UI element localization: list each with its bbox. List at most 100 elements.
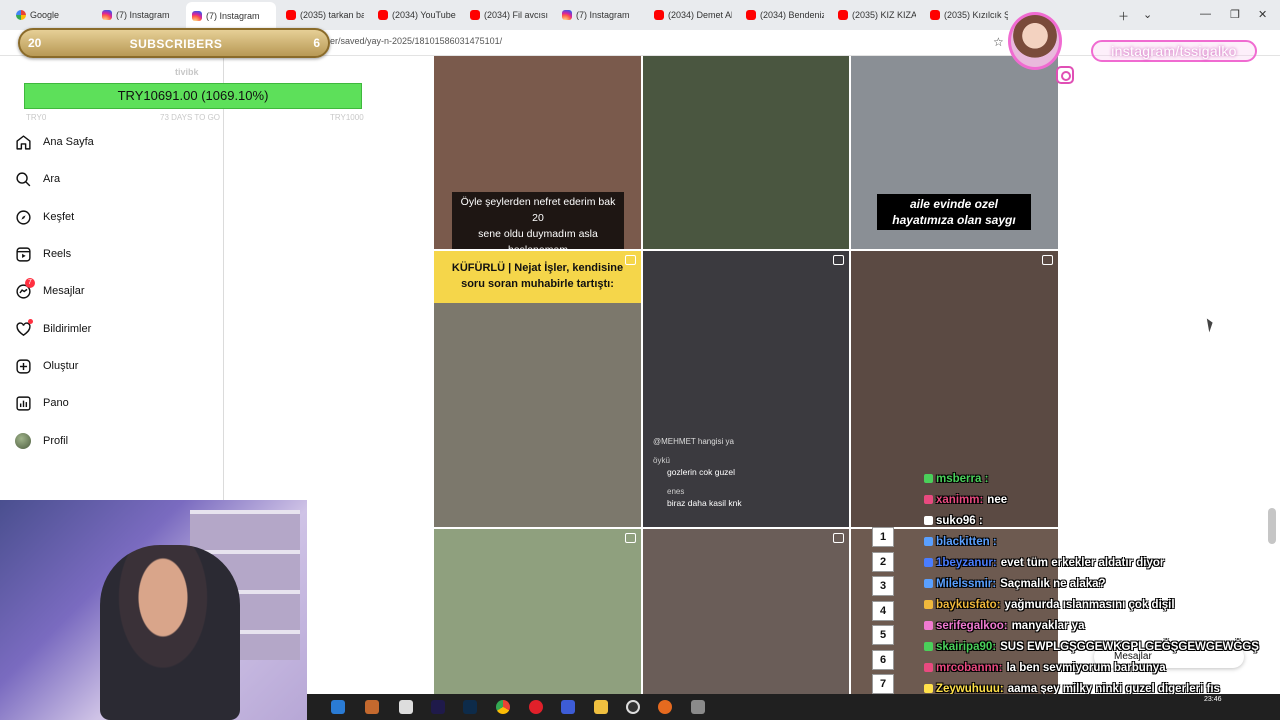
app-icon[interactable] xyxy=(365,700,379,714)
sidebar-item-create[interactable]: Oluştur xyxy=(14,354,78,378)
instagram-icon xyxy=(192,11,202,21)
post-tile[interactable]: Öyle şeylerden nefret ederim bak 20 sene… xyxy=(434,56,641,249)
chat-text: yağmurda ıslanmasını çok dişil xyxy=(1004,599,1175,611)
outlook-icon[interactable] xyxy=(331,700,345,714)
tab-youtube-7[interactable]: (2035) Kızılcık Şerb xyxy=(924,4,1008,26)
tab-google[interactable]: Google xyxy=(10,4,92,26)
tab-instagram-active[interactable]: (7) Instagram✕ xyxy=(186,2,276,30)
chat-message: blackitten : xyxy=(900,532,1280,553)
chat-username: baykusfato: xyxy=(936,599,1001,611)
window-icon[interactable] xyxy=(399,700,413,714)
browser-tab-strip: Google (7) Instagram (7) Instagram✕ (203… xyxy=(0,0,1280,30)
chrome-icon[interactable] xyxy=(496,700,510,714)
chat-message: suko96 : xyxy=(900,511,1280,532)
youtube-icon xyxy=(746,10,756,20)
comment-user: öykü xyxy=(653,456,670,465)
rank-list: 1 2 3 4 5 6 7 xyxy=(872,527,896,699)
post-tile[interactable] xyxy=(434,529,641,694)
chat-text: SUS EWPLGŞGGEWKGPLGEĞŞGEWGEWĞGŞ xyxy=(1000,641,1259,653)
chat-message: serifegalkoo: manyaklar ya xyxy=(900,616,1280,637)
carousel-icon xyxy=(625,533,636,543)
carousel-icon xyxy=(833,255,844,265)
url-field[interactable]: er/saved/yay-n-2025/18101586031475101/ xyxy=(330,36,502,46)
chat-username: msberra : xyxy=(936,473,989,485)
tab-instagram-2[interactable]: (7) Instagram xyxy=(556,4,640,26)
tab-youtube-3[interactable]: (2034) Fil avcısı Sı xyxy=(464,4,548,26)
rank-number: 6 xyxy=(872,649,894,670)
tab-youtube-4[interactable]: (2034) Demet Akal xyxy=(648,4,732,26)
tab-youtube-6[interactable]: (2035) KIZ KIZA S xyxy=(832,4,916,26)
comment-user: @MEHMET hangisi ya xyxy=(653,437,734,446)
dashboard-icon xyxy=(14,394,32,412)
tab-youtube-1[interactable]: (2035) tarkan bab xyxy=(280,4,364,26)
post-tile[interactable]: @MEHMET hangisi ya öykü gozlerin cok guz… xyxy=(643,251,849,527)
goal-days-left: 73 DAYS TO GO xyxy=(160,113,221,122)
folder-icon[interactable] xyxy=(594,700,608,714)
chat-message: msberra : xyxy=(900,469,1280,490)
chat-text: nee xyxy=(987,494,1008,506)
comment-text: gozlerin cok guzel xyxy=(667,467,736,477)
streamer xyxy=(100,545,240,720)
tab-youtube-2[interactable]: (2034) YouTube xyxy=(372,4,456,26)
obs-icon[interactable] xyxy=(626,700,640,714)
app-icon[interactable] xyxy=(561,700,575,714)
chat-badge-icon xyxy=(924,663,933,673)
chat-username: suko96 : xyxy=(936,515,983,527)
google-icon xyxy=(16,10,26,20)
carousel-icon xyxy=(625,255,636,265)
chat-message: 1beyzanur: evet tüm erkekler aldatır diyo… xyxy=(900,553,1280,574)
youtube-icon xyxy=(838,10,848,20)
rank-number: 3 xyxy=(872,576,894,596)
rank-number: 1 xyxy=(872,527,894,547)
sidebar-item-messages[interactable]: 7 Mesajlar xyxy=(14,278,85,303)
opera-icon[interactable] xyxy=(529,700,543,714)
messenger-icon: 7 xyxy=(14,278,35,300)
chevron-down-icon[interactable]: ⌄ xyxy=(1143,8,1152,21)
sidebar-item-reels[interactable]: Reels xyxy=(14,242,71,266)
post-tile[interactable] xyxy=(643,529,849,694)
firefox-icon[interactable] xyxy=(658,700,672,714)
tab-youtube-5[interactable]: (2034) Bendeniz - xyxy=(740,4,824,26)
rank-number: 4 xyxy=(872,600,894,621)
sidebar-item-explore[interactable]: Keşfet xyxy=(14,205,74,229)
chat-username: skairipa90: xyxy=(936,641,997,653)
chat-badge-icon xyxy=(924,600,933,610)
chat-badge-icon xyxy=(924,579,933,589)
sidebar-item-notifications[interactable]: Bildirimler xyxy=(14,317,91,341)
sidebar-item-profile[interactable]: Profil xyxy=(14,429,68,453)
close-window-icon[interactable]: ✕ xyxy=(1258,8,1267,21)
chat-badge-icon xyxy=(924,474,933,484)
chat-username: serifegalkoo: xyxy=(936,620,1008,632)
chat-badge-icon xyxy=(924,621,933,631)
new-tab-icon[interactable]: ＋ xyxy=(1118,8,1129,24)
post-tile[interactable]: aile evinde ozel hayatımıza olan saygı xyxy=(851,56,1058,249)
sidebar-item-search[interactable]: Ara xyxy=(14,167,60,191)
subscriber-label: SUBSCRIBERS xyxy=(129,37,223,51)
restore-icon[interactable]: ❐ xyxy=(1230,8,1240,21)
search-icon xyxy=(14,170,32,188)
post-tile[interactable] xyxy=(643,56,849,249)
post-tile[interactable]: KÜFÜRLÜ | Nejat İşler, kendisine soru so… xyxy=(434,251,641,527)
youtube-icon xyxy=(470,10,480,20)
minimize-icon[interactable]: — xyxy=(1200,8,1211,20)
chat-username: mrcobannn: xyxy=(936,662,1003,674)
goal-start: TRY0 xyxy=(26,113,47,122)
youtube-icon xyxy=(286,10,296,20)
chat-badge-icon xyxy=(924,558,933,568)
instagram-icon xyxy=(1056,66,1074,84)
premiere-icon[interactable] xyxy=(431,700,445,714)
comment-user: enes xyxy=(667,487,685,496)
sidebar-item-dashboard[interactable]: Pano xyxy=(14,391,69,415)
app-icon[interactable] xyxy=(691,700,705,714)
photoshop-icon[interactable] xyxy=(463,700,477,714)
instagram-icon xyxy=(102,10,112,20)
heart-icon xyxy=(14,319,33,338)
chat-username: xanimm: xyxy=(936,494,984,506)
chat-badge-icon xyxy=(924,537,933,547)
chat-badge-icon xyxy=(924,684,933,694)
youtube-icon xyxy=(378,10,388,20)
rank-number: 2 xyxy=(872,551,894,572)
bookmark-star-icon[interactable]: ☆ xyxy=(993,35,1004,49)
tab-instagram-1[interactable]: (7) Instagram xyxy=(96,4,182,26)
sidebar-item-home[interactable]: Ana Sayfa xyxy=(14,130,94,154)
